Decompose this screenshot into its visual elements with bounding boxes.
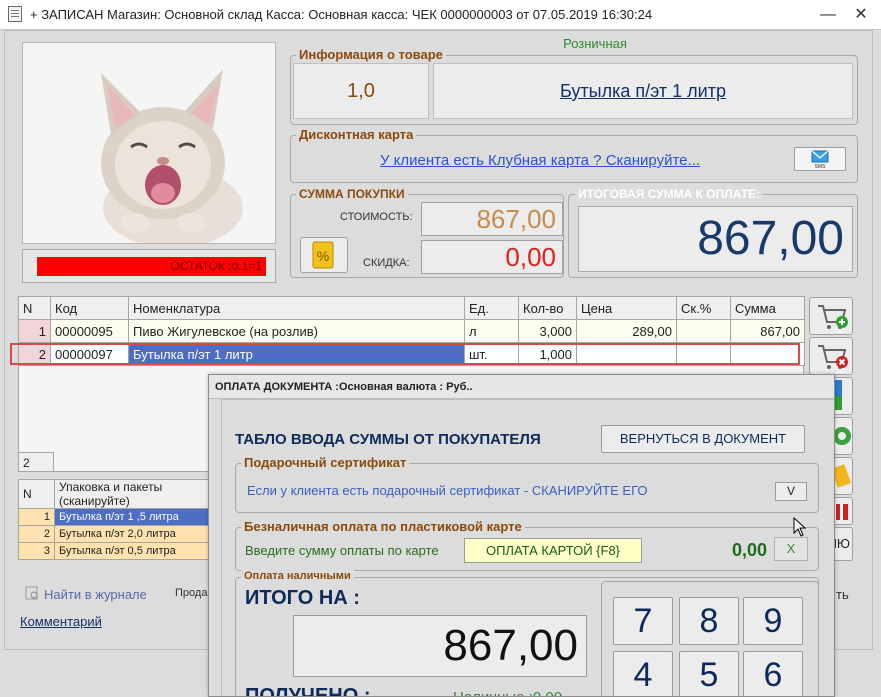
key-4[interactable]: 4 xyxy=(613,651,673,696)
right-partial-label[interactable]: ть xyxy=(836,587,849,602)
key-9[interactable]: 9 xyxy=(743,597,803,645)
price-type-label: Розничная xyxy=(563,36,627,51)
pack-table: N Упаковка и пакеты (сканируйте) 1 Бутыл… xyxy=(18,479,219,560)
envelope-icon: SMS xyxy=(811,150,829,170)
return-to-document-button[interactable]: ВЕРНУТЬСЯ В ДОКУМЕНТ xyxy=(601,425,805,453)
list-item[interactable]: 3 Бутылка п/эт 0,5 литра xyxy=(18,542,219,560)
kitten-image xyxy=(23,43,275,248)
total-title: ИТОГОВАЯ СУММА К ОПЛАТЕ: xyxy=(575,187,764,201)
card-payment-prompt: Введите сумму оплаты по карте xyxy=(245,543,439,558)
pay-by-card-button[interactable]: ОПЛАТА КАРТОЙ {F8} xyxy=(464,538,642,563)
pack-row-n: 1 xyxy=(18,508,55,526)
add-to-cart-button[interactable] xyxy=(809,297,853,335)
list-item[interactable]: 1 Бутылка п/эт 1 ,5 литра xyxy=(18,508,219,526)
stock-text: ОСТАТОК :0.1=1 xyxy=(170,259,262,273)
itogo-label: ИТОГО НА : xyxy=(245,587,360,609)
card-payment-sum: 0,00 xyxy=(731,540,767,560)
key-7[interactable]: 7 xyxy=(613,597,673,645)
itogo-value: 867,00 xyxy=(293,615,587,677)
product-name-link[interactable]: Бутылка п/эт 1 литр xyxy=(433,63,853,119)
pack-row-name: Бутылка п/эт 1 ,5 литра xyxy=(54,508,219,526)
key-8[interactable]: 8 xyxy=(679,597,739,645)
col-unit[interactable]: Ед. xyxy=(464,296,519,320)
svg-text:%: % xyxy=(317,248,329,264)
sms-label: SMS xyxy=(815,164,827,170)
window-title: + ЗАПИСАН Магазин: Основной склад Касса:… xyxy=(30,7,653,22)
close-button[interactable]: ✕ xyxy=(851,5,871,25)
search-journal-icon xyxy=(24,585,40,601)
gift-cert-button[interactable]: V xyxy=(775,482,807,501)
col-sum[interactable]: Сумма xyxy=(730,296,805,320)
col-qty[interactable]: Кол-во xyxy=(518,296,577,320)
col-n[interactable]: N xyxy=(18,296,51,320)
items-table-header: N Код Номенклатура Ед. Кол-во Цена Ск.% … xyxy=(18,296,805,320)
col-name[interactable]: Номенклатура xyxy=(128,296,465,320)
pack-row-name: Бутылка п/эт 2,0 литра xyxy=(54,525,219,543)
discount-card-title: Дисконтная карта xyxy=(296,127,417,142)
discount-label: СКИДКА: xyxy=(363,257,410,269)
card-payment-title: Безналичная оплата по пластиковой карте xyxy=(241,519,525,534)
row-price: 289,00 xyxy=(576,319,677,343)
cart-remove-icon xyxy=(818,345,848,369)
row-name: Пиво Жигулевское (на розлив) xyxy=(128,319,465,343)
gift-cert-text: Если у клиента есть подарочный сертифика… xyxy=(247,483,648,498)
remove-from-cart-button[interactable] xyxy=(809,337,853,375)
items-count: 2 xyxy=(18,452,54,472)
selected-row-highlight xyxy=(10,343,800,365)
row-unit: л xyxy=(464,319,519,343)
comment-link[interactable]: Комментарий xyxy=(20,614,102,629)
received-label: ПОЛУЧЕНО : xyxy=(245,685,371,697)
gift-cert-title: Подарочный сертификат xyxy=(241,455,410,470)
scan-club-card-link[interactable]: У клиента есть Клубная карта ? Сканируйт… xyxy=(300,152,780,169)
cost-value: 867,00 xyxy=(421,202,563,236)
row-sum: 867,00 xyxy=(730,319,805,343)
list-item[interactable]: 2 Бутылка п/эт 2,0 литра xyxy=(18,525,219,543)
pack-row-n: 3 xyxy=(18,542,55,560)
key-5[interactable]: 5 xyxy=(679,651,739,696)
key-6[interactable]: 6 xyxy=(743,651,803,696)
row-n: 1 xyxy=(18,319,51,343)
discount-value: 0,00 xyxy=(421,240,563,274)
sales-partial-label[interactable]: Прода xyxy=(175,587,207,599)
clear-card-payment-button[interactable]: X xyxy=(774,537,808,561)
pack-row-n: 2 xyxy=(18,525,55,543)
row-code: 00000095 xyxy=(50,319,129,343)
minimize-button[interactable]: — xyxy=(818,5,838,25)
cash-payment-title: Оплата наличными xyxy=(241,570,354,582)
col-discount[interactable]: Ск.% xyxy=(676,296,731,320)
purchase-sum-title: СУММА ПОКУПКИ xyxy=(296,187,408,201)
mouse-cursor-icon xyxy=(793,516,807,537)
product-photo xyxy=(22,42,276,248)
payment-dialog: ОПЛАТА ДОКУМЕНТА :Основная валюта : Руб.… xyxy=(208,374,835,697)
cash-label: Наличные :0,00 xyxy=(453,689,562,696)
total-value: 867,00 xyxy=(578,206,853,272)
product-info-title: Информация о товаре xyxy=(296,47,446,62)
cost-label: СТОИМОСТЬ: xyxy=(340,211,413,223)
sms-button[interactable]: SMS xyxy=(794,147,846,171)
pack-table-header: N Упаковка и пакеты (сканируйте) xyxy=(18,479,219,509)
find-in-journal-link[interactable]: Найти в журнале xyxy=(44,587,147,602)
col-code[interactable]: Код xyxy=(50,296,129,320)
payment-dialog-title: ОПЛАТА ДОКУМЕНТА :Основная валюта : Руб.… xyxy=(209,375,834,399)
discount-percent-icon: % xyxy=(312,241,334,269)
cart-add-icon xyxy=(818,305,848,329)
tablo-title: ТАБЛО ВВОДА СУММЫ ОТ ПОКУПАТЕЛЯ xyxy=(235,431,541,448)
row-qty: 3,000 xyxy=(518,319,577,343)
pack-row-name: Бутылка п/эт 0,5 литра xyxy=(54,542,219,560)
document-icon xyxy=(8,6,22,22)
product-qty: 1,0 xyxy=(347,80,375,102)
table-row[interactable]: 1 00000095 Пиво Жигулевское (на розлив) … xyxy=(18,319,805,343)
pack-col-name[interactable]: Упаковка и пакеты (сканируйте) xyxy=(54,479,219,509)
row-discount xyxy=(676,319,731,343)
col-price[interactable]: Цена xyxy=(576,296,677,320)
discount-button[interactable]: % xyxy=(300,237,348,273)
pack-col-n[interactable]: N xyxy=(18,479,55,509)
